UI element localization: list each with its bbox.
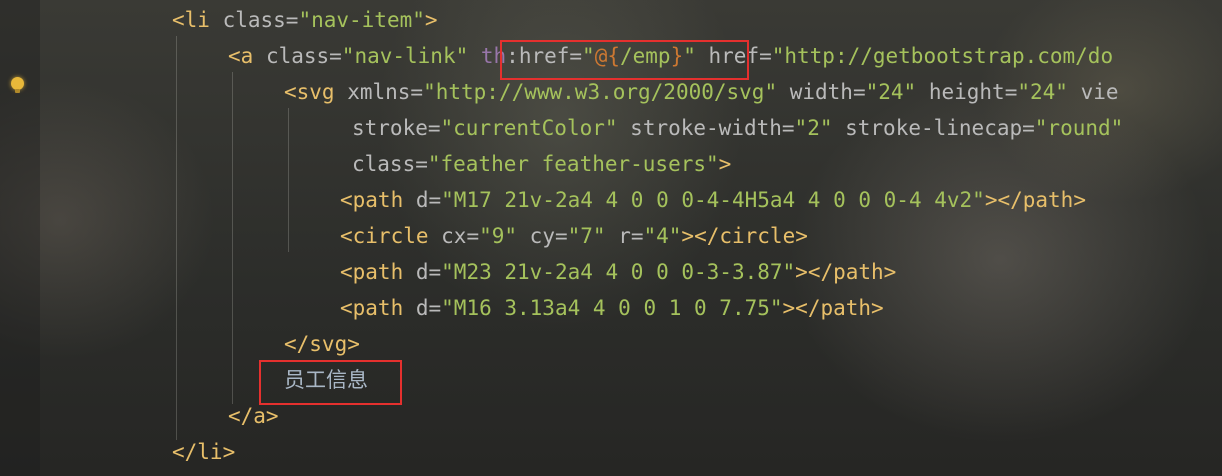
code-line[interactable]: <li class="nav-item"> [172, 2, 438, 38]
code-token: class= [222, 8, 299, 32]
code-line[interactable]: </svg> [284, 326, 360, 362]
code-token: cy= [517, 224, 568, 248]
code-token: r= [605, 224, 644, 248]
code-token: xmlns= [347, 80, 424, 104]
code-token: <path [340, 188, 416, 212]
code-token: "nav-link" [341, 44, 481, 68]
code-token: "http://www.w3.org/2000/svg" [423, 80, 778, 104]
code-line[interactable]: <path d="M17 21v-2a4 4 0 0 0-4-4H5a4 4 0… [340, 182, 1086, 218]
code-token: "feather feather-users" [427, 152, 719, 176]
highlight-employee-info [259, 360, 402, 405]
code-token: width= [777, 80, 866, 104]
code-token: vie [1067, 80, 1119, 104]
highlight-th-href [500, 40, 749, 80]
code-token: <svg [284, 80, 348, 104]
code-token: </li> [172, 440, 236, 464]
code-token: "7" [567, 224, 606, 248]
code-token: stroke-linecap= [832, 116, 1035, 140]
code-token: "http://getbootstrap.com/do [771, 44, 1114, 68]
editor-gutter [0, 0, 40, 476]
code-token: <circle [340, 224, 442, 248]
code-token: d= [415, 296, 442, 320]
code-token: "2" [794, 116, 833, 140]
code-token: stroke= [352, 116, 441, 140]
code-token: "M23 21v-2a4 4 0 0 0-3-3.87" [441, 260, 796, 284]
code-token: class= [352, 152, 428, 176]
code-token: "9" [479, 224, 518, 248]
code-token: class= [265, 44, 342, 68]
code-token: "nav-item" [298, 8, 425, 32]
code-token: ></path> [782, 296, 884, 320]
code-token: <a [228, 44, 266, 68]
code-token: d= [415, 188, 442, 212]
code-token: <path [340, 260, 416, 284]
code-token: "24" [865, 80, 917, 104]
code-token: <path [340, 296, 416, 320]
code-token: cx= [441, 224, 480, 248]
code-token: height= [916, 80, 1018, 104]
code-token: </a> [228, 404, 279, 428]
code-token: "M17 21v-2a4 4 0 0 0-4-4H5a4 4 0 0 0-4 4… [441, 188, 985, 212]
code-token: "round" [1034, 116, 1124, 140]
code-token: "M16 3.13a4 4 0 0 1 0 7.75" [441, 296, 783, 320]
code-token: "4" [643, 224, 682, 248]
code-token: > [718, 152, 732, 176]
code-token: </svg> [284, 332, 360, 356]
code-line[interactable]: <path d="M16 3.13a4 4 0 0 1 0 7.75"></pa… [340, 290, 884, 326]
code-token: "24" [1017, 80, 1068, 104]
indent-guide [288, 108, 289, 252]
code-token: "currentColor" [440, 116, 618, 140]
code-token: ></path> [984, 188, 1086, 212]
code-line[interactable]: <path d="M23 21v-2a4 4 0 0 0-3-3.87"></p… [340, 254, 896, 290]
intention-bulb-icon[interactable] [11, 77, 24, 93]
code-line[interactable]: class="feather feather-users"> [352, 146, 731, 182]
code-token: <li [172, 8, 223, 32]
indent-guide [232, 72, 233, 404]
code-token: > [424, 8, 438, 32]
indent-guide [176, 36, 177, 440]
code-token: ></circle> [681, 224, 808, 248]
code-token: stroke-width= [617, 116, 795, 140]
code-line[interactable]: </li> [172, 434, 235, 470]
code-token: d= [415, 260, 442, 284]
code-line[interactable]: <circle cx="9" cy="7" r="4"></circle> [340, 218, 808, 254]
code-line[interactable]: stroke="currentColor" stroke-width="2" s… [352, 110, 1123, 146]
code-token: ></path> [795, 260, 897, 284]
